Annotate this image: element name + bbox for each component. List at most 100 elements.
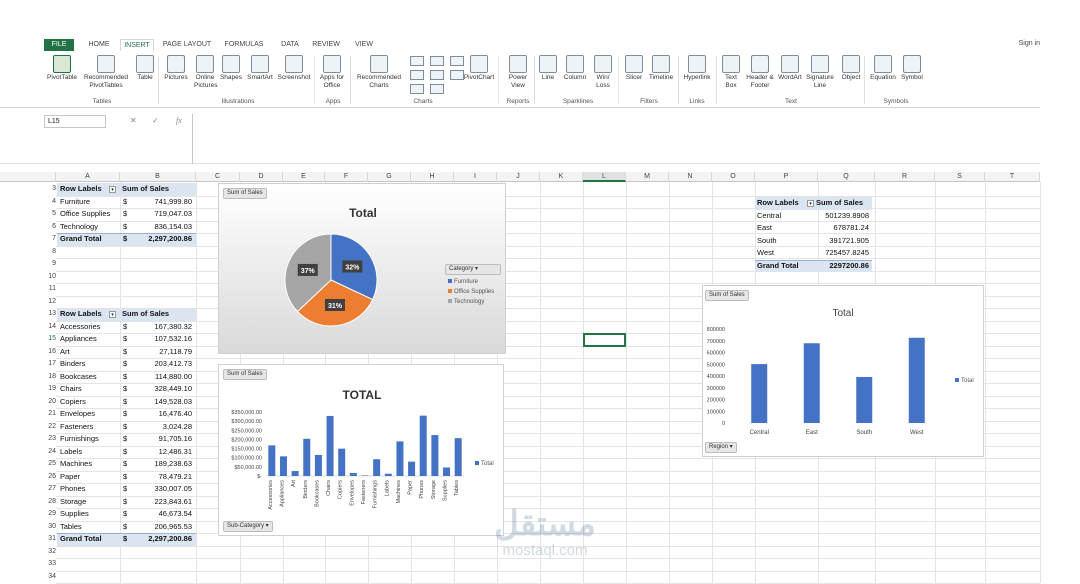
selected-cell-L15[interactable] — [583, 333, 626, 347]
row-header-9[interactable]: 9 — [38, 258, 56, 271]
row-header-26[interactable]: 26 — [38, 471, 56, 484]
ribbon-btn-recommended-pivot[interactable]: Recommended PivotTables — [82, 55, 130, 90]
row-header-16[interactable]: 16 — [38, 346, 56, 359]
ribbon-btn-signature-line[interactable]: Signature Line — [804, 55, 836, 90]
row-header-12[interactable]: 12 — [38, 296, 56, 309]
tab-page-layout[interactable]: PAGE LAYOUT — [160, 39, 214, 51]
row-header-10[interactable]: 10 — [38, 271, 56, 284]
ribbon-btn-equation[interactable]: Equation — [868, 55, 898, 82]
row-header-15[interactable]: 15 — [38, 333, 56, 346]
tab-review[interactable]: REVIEW — [310, 39, 342, 51]
row-header-29[interactable]: 29 — [38, 508, 56, 521]
ribbon-btn-wordart[interactable]: WordArt — [778, 55, 802, 82]
row-header-8[interactable]: 8 — [38, 246, 56, 259]
row-header-24[interactable]: 24 — [38, 446, 56, 459]
region-axis-button[interactable]: Region ▾ — [705, 442, 737, 453]
chart-type-icon[interactable] — [410, 84, 424, 94]
row-header-34[interactable]: 34 — [38, 571, 56, 584]
pivot-subcategory-header-row-labels[interactable]: Row Labels — [60, 308, 102, 321]
ribbon-btn-win-loss[interactable]: Win/ Loss — [592, 55, 614, 90]
subcategory-bar-chart[interactable]: Sum of Sales TOTAL $350,000.00 $300,000.00 $… — [218, 364, 504, 536]
pivot-subcategory-row-label[interactable]: Binders — [60, 358, 85, 371]
pivot-subcategory-row-label[interactable]: Fasteners — [60, 421, 93, 434]
ribbon-btn-shapes[interactable]: Shapes — [218, 55, 244, 82]
row-header-4[interactable]: 4 — [38, 196, 56, 209]
row-header-28[interactable]: 28 — [38, 496, 56, 509]
row-header-11[interactable]: 11 — [38, 283, 56, 296]
pivot-subcategory-row-label[interactable]: Envelopes — [60, 408, 95, 421]
pivot-subcategory-row-label[interactable]: Paper — [60, 471, 80, 484]
row-header-18[interactable]: 18 — [38, 371, 56, 384]
pivot-subcategory-row-label[interactable]: Tables — [60, 521, 82, 534]
ribbon-btn-column-sparkline[interactable]: Column — [562, 55, 588, 82]
row-header-22[interactable]: 22 — [38, 421, 56, 434]
row-header-21[interactable]: 21 — [38, 408, 56, 421]
subcat-axis-button[interactable]: Sub-Category ▾ — [223, 521, 273, 532]
chart-type-icon[interactable] — [450, 56, 464, 66]
pivot-subcategory-row-label[interactable]: Bookcases — [60, 371, 97, 384]
row-header-20[interactable]: 20 — [38, 396, 56, 409]
row-header-7[interactable]: 7 — [38, 233, 56, 246]
row-header-17[interactable]: 17 — [38, 358, 56, 371]
pivot-category-filter-dropdown-icon[interactable]: ▾ — [109, 186, 116, 193]
insert-function-button[interactable]: fx — [176, 116, 182, 125]
ribbon-btn-timeline[interactable]: Timeline — [646, 55, 676, 82]
tab-data[interactable]: DATA — [276, 39, 304, 51]
row-header-25[interactable]: 25 — [38, 458, 56, 471]
pivot-subcategory-row-label[interactable]: Appliances — [60, 333, 97, 346]
pivot-region-row-label[interactable]: Central — [757, 210, 781, 223]
chart-type-icon[interactable] — [410, 56, 424, 66]
pivot-category-row-label[interactable]: Technology — [60, 221, 98, 234]
row-header-31[interactable]: 31 — [38, 533, 56, 546]
ribbon-btn-hyperlink[interactable]: Hyperlink — [682, 55, 712, 82]
row-header-6[interactable]: 6 — [38, 221, 56, 234]
pivot-region-row-label[interactable]: East — [757, 222, 772, 235]
row-header-14[interactable]: 14 — [38, 321, 56, 334]
pivot-subcategory-row-label[interactable]: Storage — [60, 496, 86, 509]
tab-file[interactable]: FILE — [44, 39, 74, 51]
ribbon-btn-smartart[interactable]: SmartArt — [246, 55, 274, 82]
tab-formulas[interactable]: FORMULAS — [222, 39, 266, 51]
row-header-30[interactable]: 30 — [38, 521, 56, 534]
region-bar-chart[interactable]: Sum of Sales Total 800000 700000 600000 50000… — [702, 285, 984, 457]
row-header-19[interactable]: 19 — [38, 383, 56, 396]
pivot-subcategory-row-label[interactable]: Labels — [60, 446, 82, 459]
row-header-27[interactable]: 27 — [38, 483, 56, 496]
enter-icon[interactable]: ✓ — [152, 116, 159, 125]
row-header-32[interactable]: 32 — [38, 546, 56, 559]
tab-view[interactable]: VIEW — [350, 39, 378, 51]
pivot-subcategory-row-label[interactable]: Furnishings — [60, 433, 99, 446]
ribbon-btn-screenshot[interactable]: Screenshot — [276, 55, 312, 82]
ribbon-btn-pivot-chart[interactable]: PivotChart — [462, 55, 496, 82]
ribbon-btn-header-footer[interactable]: Header & Footer — [746, 55, 774, 90]
pivot-category-header-row-labels[interactable]: Row Labels — [60, 183, 102, 196]
row-header-23[interactable]: 23 — [38, 433, 56, 446]
ribbon-btn-pivot-table[interactable]: PivotTable — [46, 55, 78, 82]
pivot-subcategory-row-label[interactable]: Accessories — [60, 321, 100, 334]
pivot-subcategory-row-label[interactable]: Copiers — [60, 396, 86, 409]
pivot-region-row-label[interactable]: West — [757, 247, 774, 260]
name-box[interactable]: L15 — [44, 115, 106, 128]
ribbon-btn-online-pictures[interactable]: Online Pictures — [194, 55, 217, 90]
pie-chart[interactable]: Sum of Sales Total 32% 31% 37% Category ▾ Furn… — [218, 183, 506, 354]
ribbon-btn-recommended-charts[interactable]: Recommended Charts — [354, 55, 404, 90]
row-header-13[interactable]: 13 — [38, 308, 56, 321]
tab-home[interactable]: HOME — [84, 39, 114, 51]
ribbon-btn-text-box[interactable]: Text Box — [720, 55, 742, 90]
pivot-category-row-label[interactable]: Office Supplies — [60, 208, 110, 221]
pivot-subcategory-filter-dropdown-icon[interactable]: ▾ — [109, 311, 116, 318]
pivot-region-filter-dropdown-icon[interactable]: ▾ — [807, 200, 814, 207]
chart-type-icon[interactable] — [430, 56, 444, 66]
ribbon-btn-table[interactable]: Table — [134, 55, 156, 82]
pivot-region-header-row-labels[interactable]: Row Labels — [757, 197, 799, 210]
pivot-subcategory-row-label[interactable]: Supplies — [60, 508, 89, 521]
row-header-5[interactable]: 5 — [38, 208, 56, 221]
pivot-subcategory-row-label[interactable]: Phones — [60, 483, 85, 496]
pivot-subcategory-row-label[interactable]: Chairs — [60, 383, 82, 396]
ribbon-btn-slicer[interactable]: Slicer — [624, 55, 644, 82]
chart-type-icon[interactable] — [430, 84, 444, 94]
ribbon-btn-object[interactable]: Object — [838, 55, 864, 82]
ribbon-btn-power-view[interactable]: Power View — [506, 55, 530, 90]
pivot-subcategory-row-label[interactable]: Art — [60, 346, 70, 359]
row-header-33[interactable]: 33 — [38, 558, 56, 571]
